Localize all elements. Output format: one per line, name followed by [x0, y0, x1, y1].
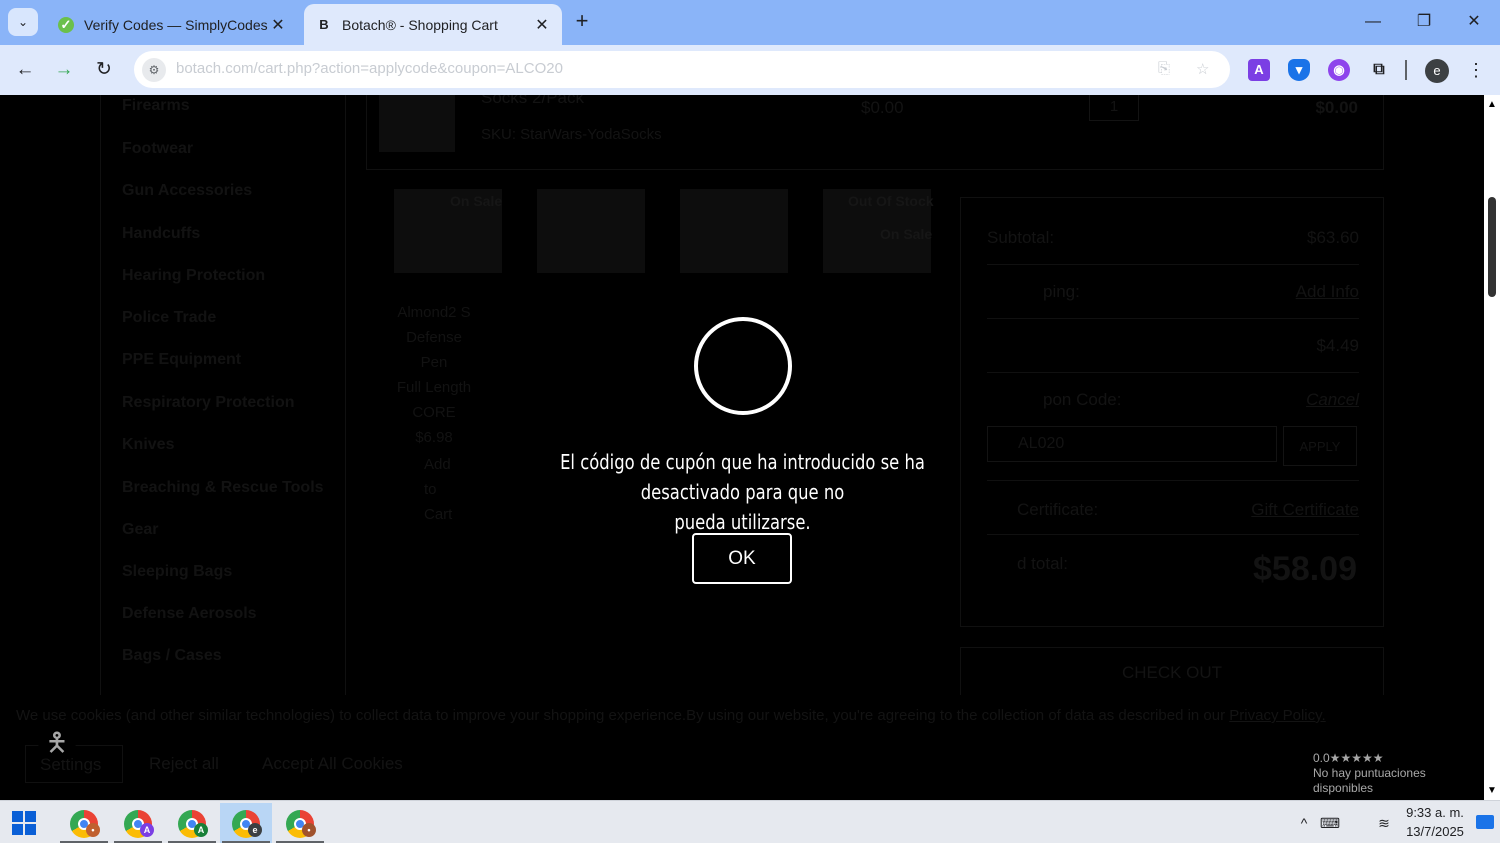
browser-toolbar: ← → ↻ ⚙ botach.com/cart.php?action=apply…	[0, 45, 1500, 95]
wifi-icon[interactable]: ≋	[1372, 803, 1396, 843]
chevron-down-icon: ⌄	[17, 15, 29, 29]
scroll-down-icon[interactable]: ▼	[1487, 785, 1497, 796]
page-scrollbar[interactable]: ▲ ▼	[1484, 95, 1500, 800]
bookmark-star-icon[interactable]: ☆	[1196, 60, 1209, 78]
address-bar[interactable]: ⚙ botach.com/cart.php?action=applycode&c…	[134, 51, 1230, 88]
puzzle-extensions-icon[interactable]: ⧉	[1368, 59, 1390, 81]
close-window-button[interactable]: ✕	[1459, 8, 1489, 36]
tray-item[interactable]	[1344, 803, 1368, 843]
dialog-message: El código de cupón que ha introducido se…	[519, 447, 966, 537]
forward-button[interactable]: →	[51, 57, 77, 83]
taskbar-chrome-profile-1[interactable]: •	[58, 803, 110, 843]
windows-start-icon[interactable]	[12, 811, 36, 835]
dialog-message-line: El código de cupón que ha introducido se…	[560, 450, 925, 504]
windows-taskbar: • A A e • ^ ⌨ ≋ 9:33 a. m. 13/7/2025	[0, 800, 1500, 843]
restore-window-button[interactable]: ❐	[1409, 8, 1439, 36]
browser-menu-icon[interactable]: ⋮	[1466, 57, 1486, 83]
tab-botach-cart[interactable]: B Botach® - Shopping Cart ✕	[304, 4, 562, 45]
profile-badge-icon: •	[86, 823, 100, 837]
tab-search-button[interactable]: ⌄	[8, 8, 38, 36]
extension-a-icon[interactable]: A	[1248, 59, 1270, 81]
tab-simplycodes[interactable]: ✓ Verify Codes — SimplyCodes ✕	[46, 4, 298, 45]
url-text: botach.com/cart.php?action=applycode&cou…	[176, 60, 563, 77]
tab-title: Verify Codes — SimplyCodes	[84, 16, 268, 33]
taskbar-chrome-profile-5[interactable]: •	[274, 803, 326, 843]
profile-badge-icon: A	[140, 823, 154, 837]
dialog-ok-button[interactable]: OK	[692, 533, 792, 584]
close-tab-icon[interactable]: ✕	[534, 15, 550, 35]
show-hidden-icons-chevron-icon[interactable]: ^	[1292, 803, 1316, 843]
minimize-window-button[interactable]: —	[1358, 8, 1388, 36]
back-button[interactable]: ←	[12, 57, 38, 83]
notifications-icon[interactable]	[1476, 815, 1494, 829]
close-tab-icon[interactable]: ✕	[270, 15, 286, 35]
tab-title: Botach® - Shopping Cart	[342, 16, 498, 33]
scroll-up-icon[interactable]: ▲	[1487, 99, 1497, 110]
profile-badge-icon: A	[194, 823, 208, 837]
reload-button[interactable]: ↻	[91, 57, 117, 83]
system-clock[interactable]: 9:33 a. m. 13/7/2025	[1400, 803, 1470, 841]
new-tab-button[interactable]: +	[570, 10, 594, 34]
scrollbar-thumb[interactable]	[1488, 197, 1496, 297]
taskbar-chrome-profile-a2[interactable]: A	[166, 803, 218, 843]
page-content: Firearms Footwear Gun Accessories Handcu…	[0, 95, 1484, 800]
profile-avatar[interactable]: e	[1425, 59, 1449, 83]
clock-time: 9:33 a. m.	[1406, 805, 1464, 820]
toolbar-divider	[1405, 60, 1407, 80]
browser-tabstrip: ⌄ ✓ Verify Codes — SimplyCodes ✕ B Botac…	[0, 0, 1500, 45]
profile-badge-icon: •	[302, 823, 316, 837]
profile-badge-icon: e	[248, 823, 262, 837]
extension-c-icon[interactable]: ◉	[1328, 59, 1350, 81]
translate-icon[interactable]: ⎘	[1158, 60, 1170, 77]
taskbar-chrome-profile-e[interactable]: e	[220, 803, 272, 843]
shield-extension-icon[interactable]: ▾	[1288, 59, 1310, 81]
taskbar-chrome-profile-a[interactable]: A	[112, 803, 164, 843]
clock-date: 13/7/2025	[1406, 824, 1464, 839]
simplycodes-favicon-icon: ✓	[58, 16, 74, 33]
botach-favicon-icon: B	[319, 17, 329, 32]
dialog-status-circle-icon	[694, 317, 792, 415]
input-method-icon[interactable]: ⌨	[1318, 803, 1342, 843]
site-info-icon[interactable]: ⚙	[142, 58, 166, 82]
